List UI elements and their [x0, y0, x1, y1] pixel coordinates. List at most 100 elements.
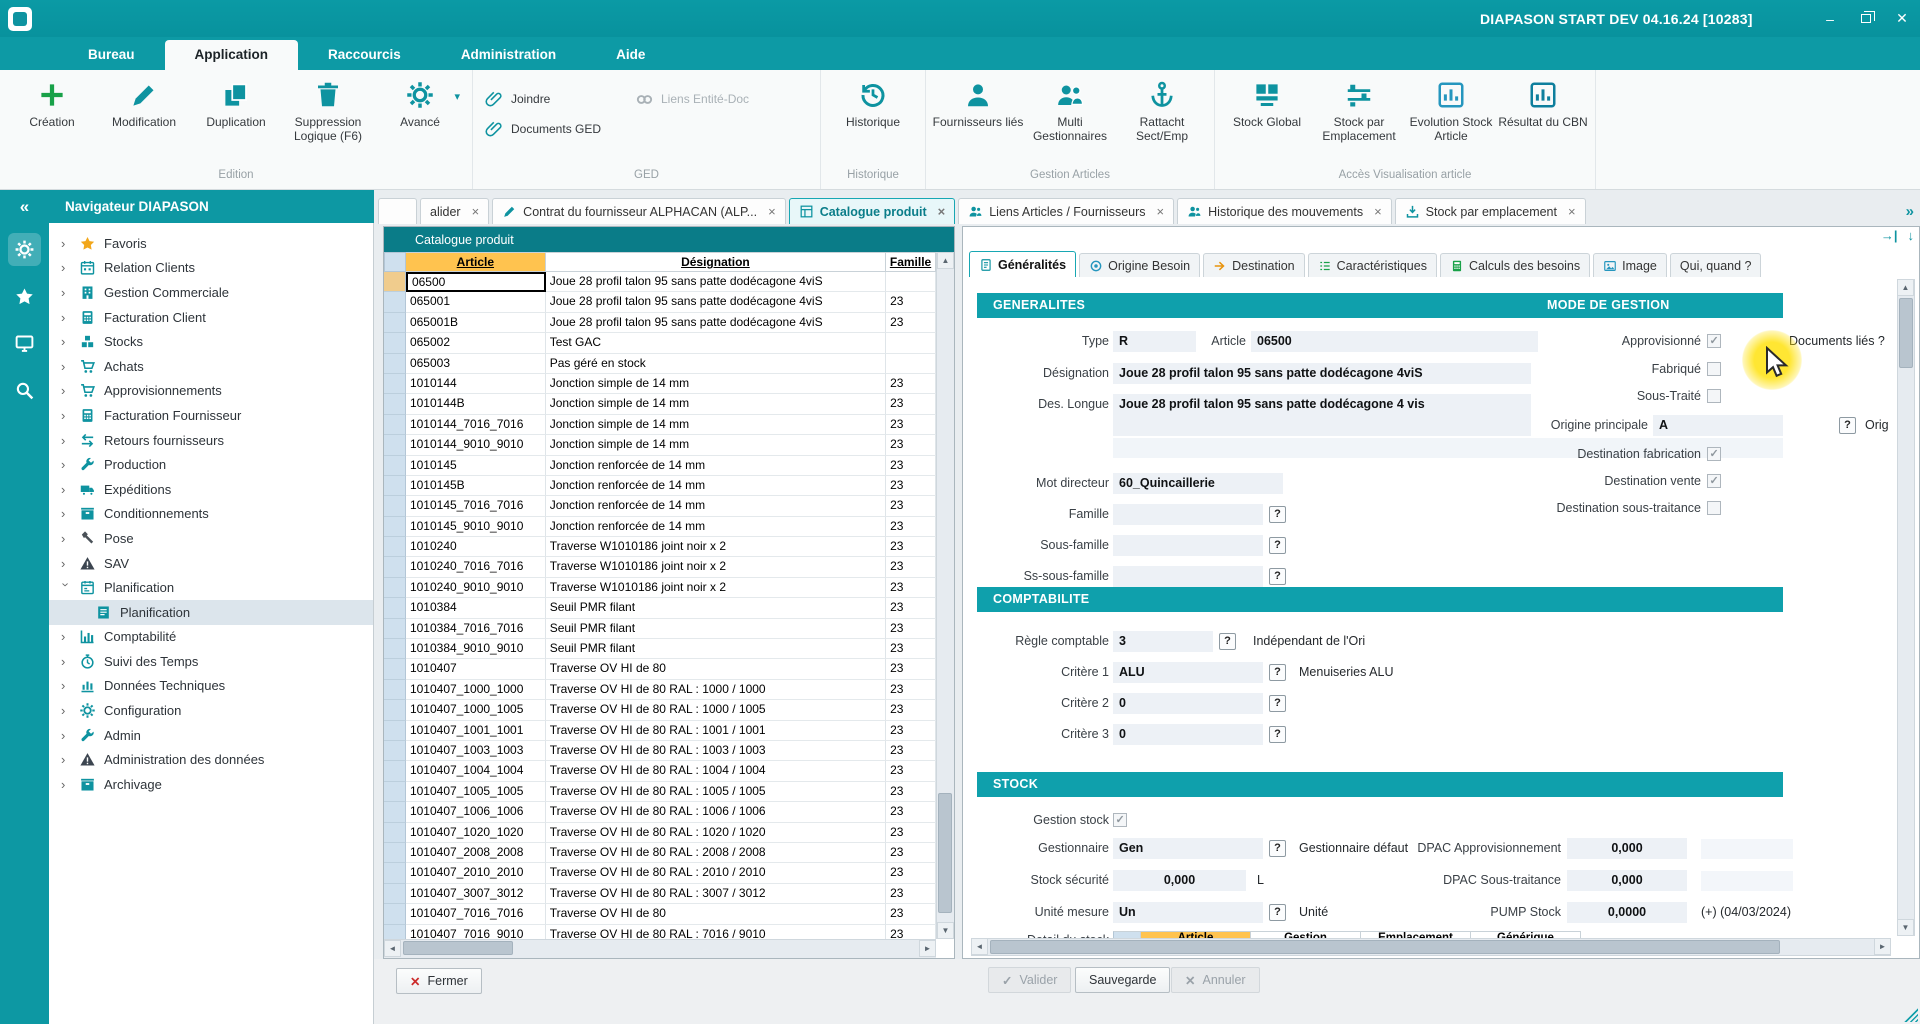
cell-famille[interactable]: 23: [886, 863, 936, 883]
cell-famille[interactable]: 23: [886, 292, 936, 312]
sidebar-item-facturation-client[interactable]: ›Facturation Client: [49, 305, 373, 330]
cell-famille[interactable]: 23: [886, 925, 936, 940]
valider-button[interactable]: ✓ Valider: [988, 967, 1071, 993]
cell-article[interactable]: 1010144_7016_7016: [406, 415, 546, 435]
expander-icon[interactable]: ›: [61, 457, 71, 472]
expander-icon[interactable]: ›: [61, 678, 71, 693]
expander-icon[interactable]: ›: [61, 654, 71, 669]
joindre-button[interactable]: Joindre: [479, 90, 629, 109]
sidebar-item-administration-des-donnees[interactable]: ›Administration des données: [49, 747, 373, 772]
tab-scroll-end-icon[interactable]: →|: [1881, 228, 1898, 243]
tab-historique-des-mouvements[interactable]: Historique des mouvements×: [1177, 198, 1392, 224]
mot-directeur-field[interactable]: 60_Quincaillerie: [1113, 473, 1283, 494]
cell-designation[interactable]: Jonction renforcée de 14 mm: [546, 456, 886, 476]
close-tab-icon[interactable]: ×: [938, 204, 946, 219]
regle-comptable-field[interactable]: 3: [1113, 631, 1213, 652]
cell-designation[interactable]: Traverse OV HI de 80 RAL : 2008 / 2008: [546, 843, 886, 863]
expander-icon[interactable]: ›: [61, 556, 71, 571]
expander-icon[interactable]: ›: [61, 433, 71, 448]
resize-grip[interactable]: [1903, 1007, 1918, 1022]
cell-designation[interactable]: Traverse W1010186 joint noir x 2: [546, 557, 886, 577]
scroll-thumb[interactable]: [1899, 298, 1913, 368]
cell-designation[interactable]: Seuil PMR filant: [546, 639, 886, 659]
origine-lookup-button[interactable]: ?: [1839, 417, 1856, 434]
tab-contrat-du-fournisseur-alphacan-alp[interactable]: Contrat du fournisseur ALPHACAN (ALP...×: [492, 198, 786, 224]
row-selector[interactable]: [384, 659, 406, 679]
rattacht-sect-emp-button[interactable]: Rattacht Sect/Emp: [1116, 76, 1208, 143]
close-tab-icon[interactable]: ×: [472, 204, 480, 219]
table-row[interactable]: 1010145BJonction renforcée de 14 mm23: [384, 476, 936, 496]
cell-famille[interactable]: 23: [886, 884, 936, 904]
documents-ged-button[interactable]: Documents GED: [479, 120, 629, 139]
row-selector[interactable]: [384, 884, 406, 904]
cell-designation[interactable]: Jonction simple de 14 mm: [546, 435, 886, 455]
cell-article[interactable]: 1010407_1004_1004: [406, 761, 546, 781]
cell-article[interactable]: 065001B: [406, 313, 546, 333]
stock-securite-field[interactable]: 0,000: [1113, 870, 1246, 891]
cell-article[interactable]: 1010384_7016_7016: [406, 619, 546, 639]
cell-famille[interactable]: 23: [886, 415, 936, 435]
table-row[interactable]: 1010407_7016_7016Traverse OV HI de 8023: [384, 904, 936, 924]
table-row[interactable]: 1010384_7016_7016Seuil PMR filant23: [384, 619, 936, 639]
sidebar-item-sav[interactable]: ›SAV: [49, 551, 373, 576]
table-row[interactable]: 1010407_2010_2010Traverse OV HI de 80 RA…: [384, 863, 936, 883]
sidebar-item-favoris[interactable]: ›Favoris: [49, 231, 373, 256]
table-row[interactable]: 065003Pas géré en stock: [384, 354, 936, 374]
scroll-right-icon[interactable]: ►: [1874, 938, 1891, 955]
famille-field[interactable]: [1113, 504, 1263, 525]
table-row[interactable]: 1010145_7016_7016Jonction renforcée de 1…: [384, 496, 936, 516]
tab-alider[interactable]: alider×: [420, 198, 489, 224]
table-row[interactable]: 065001Joue 28 profil talon 95 sans patte…: [384, 292, 936, 312]
table-row[interactable]: 1010240_7016_7016Traverse W1010186 joint…: [384, 557, 936, 577]
table-row[interactable]: 1010407_1004_1004Traverse OV HI de 80 RA…: [384, 761, 936, 781]
suppression-logique-f6-button[interactable]: Suppression Logique (F6): [282, 76, 374, 143]
sidebar-item-approvisionnements[interactable]: ›Approvisionnements: [49, 379, 373, 404]
critere2-lookup-button[interactable]: ?: [1269, 695, 1286, 712]
scroll-left-icon[interactable]: ◄: [971, 938, 988, 955]
table-row[interactable]: 1010407Traverse OV HI de 8023: [384, 659, 936, 679]
catalog-horizontal-scrollbar[interactable]: ◄ ►: [384, 939, 936, 958]
cell-article[interactable]: 1010407_2008_2008: [406, 843, 546, 863]
close-tab-icon[interactable]: ×: [1568, 204, 1576, 219]
tab-list-icon[interactable]: ↓: [1908, 228, 1915, 243]
sous-famille-field[interactable]: [1113, 535, 1263, 556]
scroll-thumb[interactable]: [938, 793, 952, 913]
cell-designation[interactable]: Traverse OV HI de 80 RAL : 2010 / 2010: [546, 863, 886, 883]
cell-famille[interactable]: 23: [886, 659, 936, 679]
header-designation[interactable]: Désignation: [546, 252, 886, 272]
cell-article[interactable]: 1010144: [406, 374, 546, 394]
cell-famille[interactable]: 23: [886, 904, 936, 924]
cell-article[interactable]: 1010407_2010_2010: [406, 863, 546, 883]
gestionnaire-field[interactable]: Gen: [1113, 838, 1263, 859]
row-selector[interactable]: [384, 496, 406, 516]
historique-button[interactable]: Historique: [827, 76, 919, 129]
table-row[interactable]: 1010240Traverse W1010186 joint noir x 22…: [384, 537, 936, 557]
cell-designation[interactable]: Traverse W1010186 joint noir x 2: [546, 578, 886, 598]
cell-designation[interactable]: Jonction renforcée de 14 mm: [546, 476, 886, 496]
table-row[interactable]: 1010407_7016_9010Traverse OV HI de 80 RA…: [384, 925, 936, 940]
maximize-button[interactable]: [1848, 0, 1884, 37]
search-icon[interactable]: [8, 374, 41, 407]
detail-tab-generalites[interactable]: Généralités: [969, 251, 1076, 277]
row-selector[interactable]: [384, 639, 406, 659]
table-row[interactable]: 1010407_1020_1020Traverse OV HI de 80 RA…: [384, 823, 936, 843]
sidebar-item-production[interactable]: ›Production: [49, 452, 373, 477]
scroll-up-icon[interactable]: ▲: [937, 252, 954, 269]
scroll-down-icon[interactable]: ▼: [1897, 919, 1914, 936]
row-selector[interactable]: [384, 374, 406, 394]
famille-lookup-button[interactable]: ?: [1269, 506, 1286, 523]
cell-designation[interactable]: Traverse OV HI de 80 RAL : 1000 / 1005: [546, 700, 886, 720]
scroll-right-icon[interactable]: ►: [919, 940, 936, 957]
sous-traite-checkbox[interactable]: [1707, 389, 1721, 403]
dpac-appro-field[interactable]: 0,000: [1567, 838, 1687, 859]
critere3-field[interactable]: 0: [1113, 724, 1263, 745]
sidebar-item-stocks[interactable]: ›Stocks: [49, 329, 373, 354]
expander-icon[interactable]: ›: [61, 703, 71, 718]
table-row[interactable]: 1010407_1005_1005Traverse OV HI de 80 RA…: [384, 782, 936, 802]
expander-icon[interactable]: ›: [61, 408, 71, 423]
tab-catalogue-produit[interactable]: Catalogue produit×: [789, 198, 956, 224]
article-field[interactable]: 06500: [1251, 331, 1538, 352]
row-selector[interactable]: [384, 700, 406, 720]
cell-famille[interactable]: 23: [886, 741, 936, 761]
table-row[interactable]: 1010407_2008_2008Traverse OV HI de 80 RA…: [384, 843, 936, 863]
